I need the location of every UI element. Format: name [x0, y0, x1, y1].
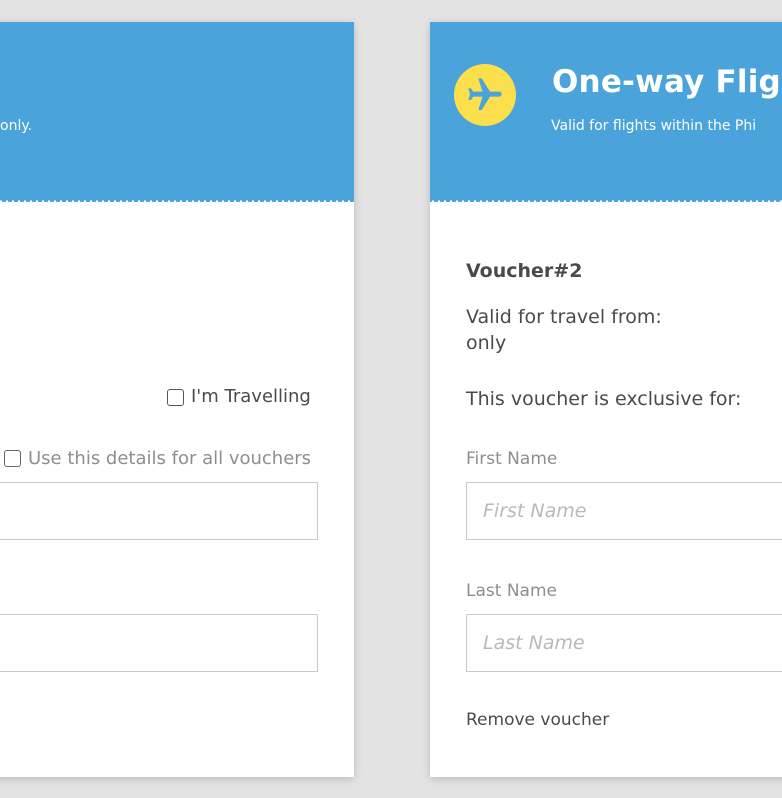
valid-from-suffix: only — [466, 332, 507, 354]
airplane-icon — [468, 78, 502, 110]
first-name-input-1[interactable] — [0, 482, 318, 540]
exclusive-text: This voucher is exclusive for: — [466, 388, 742, 410]
plane-badge — [454, 64, 516, 126]
use-details-checkbox-row[interactable]: Use this details for all vouchers — [4, 448, 311, 469]
im-travelling-checkbox-row[interactable]: I'm Travelling — [167, 386, 311, 408]
last-name-input-1[interactable] — [0, 614, 318, 672]
card-header: only. — [0, 22, 354, 202]
voucher-card-1: only. I'm Travelling Use this details fo… — [0, 22, 354, 777]
first-name-label: First Name — [466, 449, 558, 469]
remove-voucher-link[interactable]: Remove voucher — [466, 710, 609, 730]
valid-from-text: Valid for travel from: — [466, 306, 662, 328]
perforation-divider — [0, 200, 354, 203]
last-name-input[interactable] — [466, 614, 782, 672]
card-header: One-way Flig Valid for flights within th… — [430, 22, 782, 202]
perforation-divider — [430, 200, 782, 203]
use-details-label: Use this details for all vouchers — [28, 448, 312, 469]
im-travelling-label: I'm Travelling — [191, 386, 311, 407]
first-name-input[interactable] — [466, 482, 782, 540]
voucher-card-2: One-way Flig Valid for flights within th… — [430, 22, 782, 777]
last-name-label: Last Name — [466, 581, 557, 601]
im-travelling-checkbox[interactable] — [167, 388, 184, 406]
voucher-number: Voucher#2 — [466, 260, 583, 282]
card-subtitle: only. — [0, 118, 33, 134]
card-title: One-way Flig — [552, 64, 781, 100]
card-subtitle: Valid for flights within the Phi — [551, 118, 757, 134]
use-details-checkbox[interactable] — [4, 450, 21, 467]
